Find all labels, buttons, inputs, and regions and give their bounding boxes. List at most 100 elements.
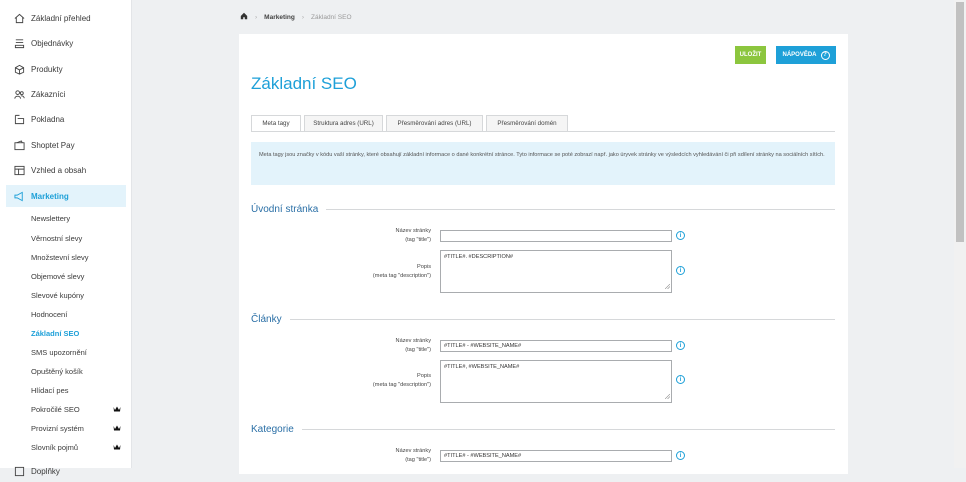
label-line: (tag "title") (405, 237, 431, 243)
label-line: Název stránky (395, 338, 431, 344)
articles-description-textarea[interactable]: #TITLE#, #WEBSITE_NAME# (440, 360, 672, 403)
scrollbar-thumb[interactable] (956, 2, 964, 242)
homepage-title-input[interactable] (440, 230, 672, 242)
submenu-abandoned-cart[interactable]: Opuštěný košík (31, 363, 126, 379)
info-icon[interactable]: i (676, 341, 685, 350)
save-button[interactable]: ULOŽIT (735, 46, 766, 64)
sidebar-item-addons[interactable]: Doplňky (6, 460, 126, 482)
submenu-newsletters[interactable]: Newslettery (31, 210, 126, 226)
crown-icon (113, 405, 121, 414)
tab-url-structure[interactable]: Struktura adres (URL) (304, 115, 383, 132)
sidebar-item-label: Vzhled a obsah (31, 165, 87, 175)
submenu-label: Věrnostní slevy (31, 233, 83, 243)
divider (301, 429, 835, 430)
question-icon: ? (820, 50, 830, 60)
submenu-label: Hlídací pes (31, 385, 69, 395)
submenu-advanced-seo[interactable]: Pokročilé SEO (31, 401, 126, 417)
users-icon (12, 87, 26, 101)
sidebar-item-orders[interactable]: Objednávky (6, 32, 126, 54)
title-label: Název stránky (tag "title") (239, 447, 431, 465)
sidebar-item-shoptet-pay[interactable]: Shoptet Pay (6, 134, 126, 156)
sidebar-item-cash-register[interactable]: Pokladna (6, 108, 126, 130)
layout-icon (12, 163, 26, 177)
chevron-right-icon: › (301, 13, 305, 21)
description-label: Popis (meta tag "description") (239, 372, 431, 390)
homepage-description-textarea[interactable]: #TITLE#. #DESCRIPTION# (440, 250, 672, 293)
sidebar-item-label: Objednávky (31, 38, 74, 48)
resize-handle-icon[interactable] (664, 393, 671, 401)
submenu-label: Slevové kupóny (31, 290, 84, 300)
sidebar-item-dashboard[interactable]: Základní přehled (6, 7, 126, 29)
breadcrumb-section[interactable]: Marketing (264, 14, 295, 21)
sidebar-item-customers[interactable]: Zákazníci (6, 83, 126, 105)
submenu-reviews[interactable]: Hodnocení (31, 306, 126, 322)
cash-register-icon (12, 112, 26, 126)
divider (289, 319, 835, 320)
tab-divider (251, 131, 835, 132)
breadcrumb-current: Základní SEO (311, 13, 352, 21)
submenu-label: Opuštěný košík (31, 366, 83, 376)
submenu-label: Množstevní slevy (31, 252, 89, 262)
section-articles: Články (251, 314, 835, 325)
section-homepage: Úvodní stránka (251, 204, 835, 215)
info-icon[interactable]: i (676, 266, 685, 275)
submenu-label: Základní SEO (31, 328, 80, 338)
title-label: Název stránky (tag "title") (239, 227, 431, 245)
info-icon[interactable]: i (676, 231, 685, 240)
submenu-coupons[interactable]: Slevové kupóny (31, 287, 126, 303)
submenu-label: Hodnocení (31, 309, 68, 319)
submenu-sms[interactable]: SMS upozornění (31, 344, 126, 360)
sidebar-item-label: Shoptet Pay (31, 140, 75, 150)
tab-url-redirects[interactable]: Přesměrování adres (URL) (386, 115, 483, 132)
submenu-basic-seo[interactable]: Základní SEO (31, 325, 126, 341)
description-label: Popis (meta tag "description") (239, 263, 431, 281)
articles-title-input[interactable]: #TITLE# - #WEBSITE_NAME# (440, 340, 672, 352)
tab-meta-tags[interactable]: Meta tagy (251, 115, 301, 132)
submenu-label: SMS upozornění (31, 347, 87, 357)
label-line: (tag "title") (405, 347, 431, 353)
sidebar-item-appearance[interactable]: Vzhled a obsah (6, 159, 126, 181)
help-button[interactable]: NÁPOVĚDA ? (776, 46, 836, 64)
puzzle-icon (12, 464, 26, 478)
submenu-label: Newslettery (31, 213, 71, 223)
sidebar-item-label: Zákazníci (31, 89, 66, 99)
label-line: (meta tag "description") (372, 273, 431, 279)
resize-handle-icon[interactable] (664, 283, 671, 291)
label-line: Popis (417, 264, 431, 270)
textarea-value: #TITLE#. #DESCRIPTION# (444, 254, 514, 260)
sidebar-item-label: Pokladna (31, 114, 65, 124)
sidebar-item-products[interactable]: Produkty (6, 58, 126, 80)
page-title: Základní SEO (251, 74, 357, 93)
categories-title-input[interactable]: #TITLE# - #WEBSITE_NAME# (440, 450, 672, 462)
textarea-value: #TITLE#, #WEBSITE_NAME# (444, 364, 520, 370)
orders-icon (12, 36, 26, 50)
info-icon[interactable]: i (676, 375, 685, 384)
submenu-glossary[interactable]: Slovník pojmů (31, 439, 126, 455)
submenu-affiliate[interactable]: Provizní systém (31, 420, 126, 436)
crown-icon (113, 424, 121, 433)
info-icon[interactable]: i (676, 451, 685, 460)
title-label: Název stránky (tag "title") (239, 337, 431, 355)
info-box: Meta tagy jsou značky v kódu vaší stránk… (251, 142, 835, 185)
megaphone-icon (12, 189, 26, 203)
submenu-label: Pokročilé SEO (31, 404, 80, 414)
sidebar-item-marketing[interactable]: Marketing (6, 185, 126, 207)
sidebar: Základní přehled Objednávky Produkty Zák… (0, 0, 132, 476)
home-icon (12, 11, 26, 25)
wallet-icon (12, 138, 26, 152)
divider (326, 209, 835, 210)
submenu-quantity-discounts[interactable]: Množstevní slevy (31, 249, 126, 265)
main-panel: ULOŽIT NÁPOVĚDA ? Základní SEO Meta tagy… (239, 34, 848, 474)
submenu-label: Slovník pojmů (31, 442, 79, 452)
section-heading: Úvodní stránka (251, 204, 319, 215)
submenu-label: Objemové slevy (31, 271, 85, 281)
submenu-loyalty-discounts[interactable]: Věrnostní slevy (31, 230, 126, 246)
submenu-watchdog[interactable]: Hlídací pes (31, 382, 126, 398)
tab-domain-redirects[interactable]: Přesměrování domén (486, 115, 568, 132)
label-line: (tag "title") (405, 457, 431, 463)
submenu-volume-discounts[interactable]: Objemové slevy (31, 268, 126, 284)
label-line: Název stránky (395, 448, 431, 454)
section-heading: Kategorie (251, 424, 294, 435)
section-heading: Články (251, 314, 282, 325)
home-icon[interactable] (240, 12, 248, 22)
